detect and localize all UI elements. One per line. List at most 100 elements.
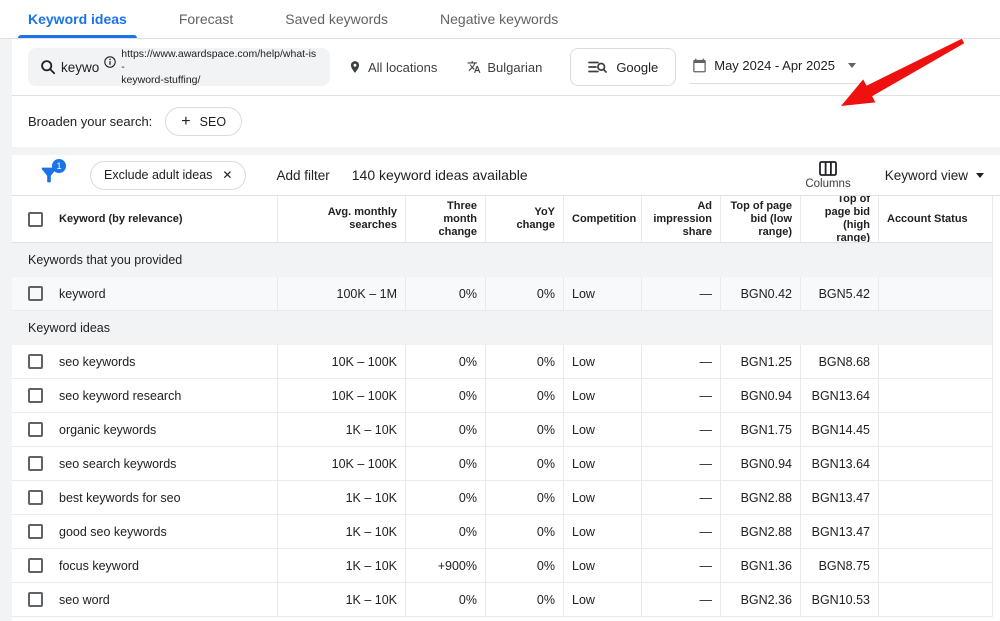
bid-high-cell: BGN8.68 xyxy=(800,345,878,378)
yoy-cell: 0% xyxy=(485,379,563,412)
table-row: good seo keywords1K – 10K0%0%Low—BGN2.88… xyxy=(12,515,992,549)
tab-saved-keywords[interactable]: Saved keywords xyxy=(285,0,388,38)
row-checkbox[interactable] xyxy=(28,388,43,403)
account-status-cell xyxy=(878,413,992,446)
keyword-view-selector[interactable]: Keyword view xyxy=(885,168,984,183)
row-checkbox[interactable] xyxy=(28,558,43,573)
keyword-search-input[interactable]: keywo https://www.awardspace.com/help/wh… xyxy=(28,48,330,86)
keyword-label: best keywords for seo xyxy=(59,491,181,505)
column-header-label: Keyword (by relevance) xyxy=(59,213,183,226)
bid-low-cell: BGN1.36 xyxy=(720,549,800,582)
calendar-icon xyxy=(692,58,707,73)
column-header[interactable]: Ad impression share xyxy=(641,196,720,242)
column-header-label: Account Status xyxy=(887,213,968,226)
bid-low-cell: BGN2.88 xyxy=(720,515,800,548)
column-header[interactable]: YoY change xyxy=(485,196,563,242)
page-gutter xyxy=(0,39,12,621)
tab-keyword-ideas[interactable]: Keyword ideas xyxy=(28,0,127,38)
row-checkbox[interactable] xyxy=(28,456,43,471)
column-header[interactable]: Account Status xyxy=(878,196,992,242)
keyword-label: seo search keywords xyxy=(59,457,176,471)
column-header[interactable]: Top of page bid (high range) xyxy=(800,196,878,242)
select-all-checkbox[interactable] xyxy=(28,212,43,227)
row-checkbox[interactable] xyxy=(28,524,43,539)
three-month-cell: 0% xyxy=(405,583,485,616)
competition-cell: Low xyxy=(563,481,641,514)
ad-impression-cell: — xyxy=(641,549,720,582)
bid-high-cell: BGN13.47 xyxy=(800,515,878,548)
bid-high-cell: BGN13.47 xyxy=(800,481,878,514)
location-selector[interactable]: All locations xyxy=(348,60,437,75)
bid-high-cell: BGN8.75 xyxy=(800,549,878,582)
row-checkbox[interactable] xyxy=(28,592,43,607)
network-selector[interactable]: Google xyxy=(570,48,676,86)
column-header-label: Ad impression share xyxy=(650,200,712,239)
yoy-cell: 0% xyxy=(485,447,563,480)
account-status-cell xyxy=(878,345,992,378)
avg-cell: 10K – 100K xyxy=(277,379,405,412)
section-header: Keywords that you provided xyxy=(12,243,992,277)
row-checkbox[interactable] xyxy=(28,490,43,505)
avg-cell: 1K – 10K xyxy=(277,549,405,582)
date-range-selector[interactable]: May 2024 - Apr 2025 xyxy=(690,50,860,84)
keyword-cell: organic keywords xyxy=(12,413,277,446)
add-filter-button[interactable]: Add filter xyxy=(276,168,329,183)
date-range-label: May 2024 - Apr 2025 xyxy=(714,58,835,73)
section-divider xyxy=(12,147,1000,155)
column-header[interactable]: Keyword (by relevance) xyxy=(12,196,277,242)
tab-negative-keywords[interactable]: Negative keywords xyxy=(440,0,558,38)
column-header[interactable]: Competition xyxy=(563,196,641,242)
bid-low-cell: BGN2.36 xyxy=(720,583,800,616)
table-body: Keywords that you providedkeyword100K – … xyxy=(12,243,992,617)
bid-high-cell: BGN5.42 xyxy=(800,277,878,310)
filter-button[interactable]: 1 xyxy=(38,164,60,186)
bid-high-cell: BGN13.64 xyxy=(800,379,878,412)
account-status-cell xyxy=(878,277,992,310)
account-status-cell xyxy=(878,515,992,548)
table-row: seo keywords10K – 100K0%0%Low—BGN1.25BGN… xyxy=(12,345,992,379)
search-icon xyxy=(40,59,56,75)
account-status-cell xyxy=(878,481,992,514)
filter-chip-exclude-adult[interactable]: Exclude adult ideas ✕ xyxy=(90,161,246,190)
filter-bar: 1 Exclude adult ideas ✕ Add filter 140 k… xyxy=(12,155,1000,196)
competition-cell: Low xyxy=(563,379,641,412)
row-checkbox[interactable] xyxy=(28,422,43,437)
ideas-available-count: 140 keyword ideas available xyxy=(352,167,528,183)
chevron-down-icon xyxy=(848,63,856,68)
table-row: seo keyword research10K – 100K0%0%Low—BG… xyxy=(12,379,992,413)
yoy-cell: 0% xyxy=(485,583,563,616)
columns-button[interactable]: Columns xyxy=(805,161,850,190)
column-header[interactable]: Top of page bid (low range) xyxy=(720,196,800,242)
competition-cell: Low xyxy=(563,277,641,310)
avg-cell: 1K – 10K xyxy=(277,481,405,514)
language-selector[interactable]: Bulgarian xyxy=(467,60,542,75)
avg-cell: 1K – 10K xyxy=(277,413,405,446)
yoy-cell: 0% xyxy=(485,413,563,446)
avg-cell: 100K – 1M xyxy=(277,277,405,310)
section-header: Keyword ideas xyxy=(12,311,992,345)
account-status-cell xyxy=(878,379,992,412)
keyword-label: seo word xyxy=(59,593,110,607)
competition-cell: Low xyxy=(563,583,641,616)
keyword-label: seo keyword research xyxy=(59,389,181,403)
keyword-cell: focus keyword xyxy=(12,549,277,582)
tab-forecast[interactable]: Forecast xyxy=(179,0,233,38)
column-header[interactable]: Three month change xyxy=(405,196,485,242)
search-url-text: https://www.awardspace.com/help/what-is-… xyxy=(121,48,318,87)
column-header-label: Competition xyxy=(572,213,636,226)
yoy-cell: 0% xyxy=(485,515,563,548)
competition-cell: Low xyxy=(563,549,641,582)
search-keyword-text: keywo xyxy=(61,60,99,75)
chevron-down-icon xyxy=(976,173,984,178)
broaden-suggestion-seo[interactable]: + SEO xyxy=(165,107,242,136)
keyword-table: Keyword (by relevance) Avg. monthly searc… xyxy=(12,196,993,617)
avg-cell: 10K – 100K xyxy=(277,345,405,378)
bid-low-cell: BGN2.88 xyxy=(720,481,800,514)
yoy-cell: 0% xyxy=(485,549,563,582)
close-icon[interactable]: ✕ xyxy=(222,168,232,182)
column-header[interactable]: Avg. monthly searches xyxy=(277,196,405,242)
row-checkbox[interactable] xyxy=(28,286,43,301)
filter-chip-label: Exclude adult ideas xyxy=(104,168,212,182)
account-status-cell xyxy=(878,583,992,616)
row-checkbox[interactable] xyxy=(28,354,43,369)
